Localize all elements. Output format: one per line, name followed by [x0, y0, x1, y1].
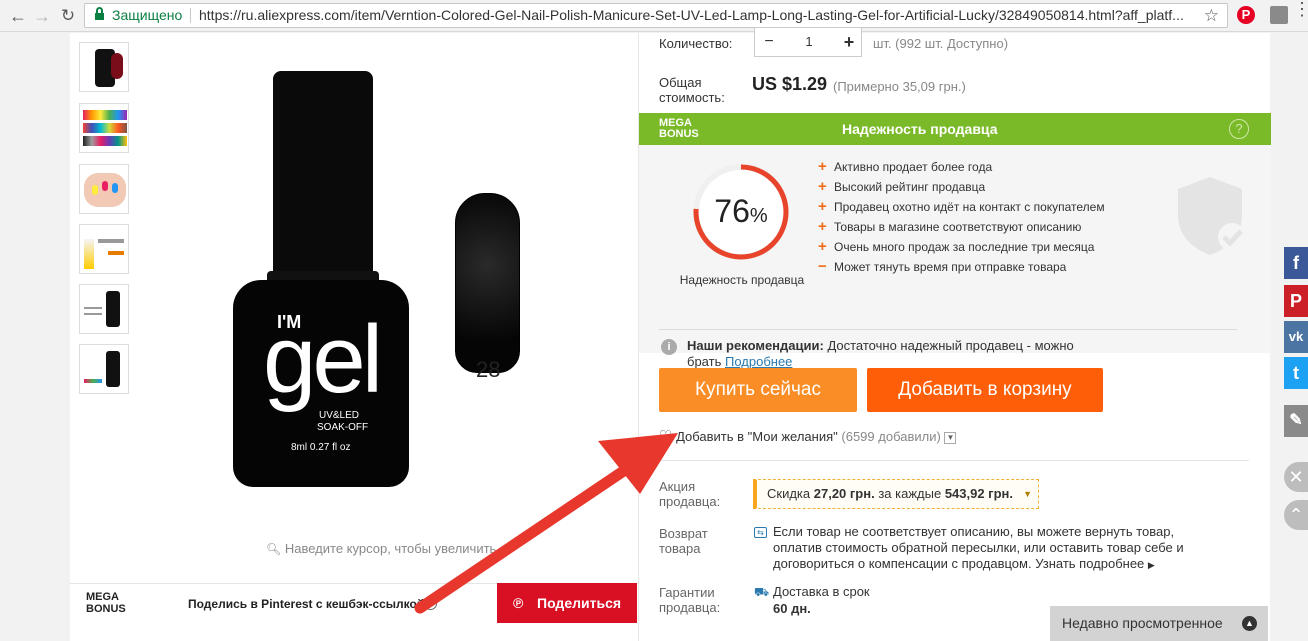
edit-icon[interactable]: ✎: [1284, 405, 1308, 437]
seller-promo[interactable]: Скидка 27,20 грн. за каждые 543,92 грн. …: [753, 479, 1039, 509]
total-label: Общая стоимость:: [659, 75, 725, 105]
product-info: Количество: − 1 + шт. (992 шт. Доступно)…: [638, 27, 1271, 641]
close-icon[interactable]: ✕: [1284, 462, 1308, 492]
decrease-button[interactable]: −: [755, 28, 783, 56]
star-icon[interactable]: ☆: [1204, 4, 1219, 27]
forward-arrow-icon[interactable]: →: [32, 6, 52, 26]
truck-icon: ⛟: [754, 585, 770, 599]
bottle-cap: [273, 71, 373, 286]
guarantee-label: Гарантии продавца:: [659, 585, 721, 615]
buy-now-button[interactable]: Купить сейчас: [659, 368, 857, 412]
bottle-text: SOAK-OFF: [317, 422, 369, 433]
feedly-extension-icon[interactable]: [1270, 6, 1288, 24]
reliability-title: Надежность продавца: [842, 121, 998, 137]
chevron-up-icon: ▲: [1242, 616, 1257, 631]
reliability-score: 76%: [714, 193, 768, 229]
address-bar[interactable]: Защищено https://ru.aliexpress.com/item/…: [84, 3, 1228, 28]
lock-icon: [95, 7, 104, 21]
color-number: 28: [476, 357, 501, 382]
help-icon[interactable]: ?: [1229, 119, 1249, 139]
share-text: Поделись в Pinterest с кешбэк-ссылкой: [188, 597, 425, 611]
quantity-stepper[interactable]: − 1 +: [754, 27, 862, 57]
bottle-text: 8ml 0.27 fl oz: [291, 442, 351, 453]
help-icon[interactable]: i: [424, 597, 437, 610]
vk-share-icon[interactable]: vk: [1284, 321, 1308, 353]
secure-label: Защищено: [112, 7, 183, 23]
zoom-hint: 🔍︎ Наведите курсор, чтобы увеличить: [266, 541, 497, 556]
thumbnail-6[interactable]: [79, 344, 129, 394]
seller-reliability-header: MEGA BONUS Надежность продавца ?: [639, 113, 1271, 145]
stock-info: шт. (992 шт. Доступно): [873, 36, 1009, 51]
total-price: US $1.29: [752, 74, 828, 94]
seller-reliability-panel: 76% Надежность продавца + Активно продает…: [639, 145, 1271, 369]
wishlist-link[interactable]: ♡ Добавить в "Мои желания" (6599 добавил…: [659, 427, 957, 445]
reliability-item: + Очень много продаж за последние три мес…: [818, 238, 1095, 255]
menu-icon[interactable]: ⋮: [1293, 0, 1308, 24]
thumbnail-1[interactable]: [79, 42, 129, 92]
recommendation: Наши рекомендации: Достаточно надежный п…: [687, 338, 1074, 369]
bottle-text: UV&LED: [319, 410, 360, 421]
pinterest-icon: ℗: [513, 595, 524, 611]
reliability-item: + Товары в магазине соответствуют описани…: [818, 218, 1082, 235]
pinterest-share-icon[interactable]: P: [1284, 285, 1308, 317]
reliability-item: − Может тянуть время при отправке товара: [818, 258, 1067, 275]
delivery-guarantee: Доставка в срок 60 дн.: [773, 584, 870, 616]
divider: [659, 460, 1249, 461]
bottle-logo: gel: [263, 306, 383, 413]
chevron-down-icon: ▼: [1023, 489, 1032, 499]
chevron-up-icon[interactable]: ⌃: [1284, 500, 1308, 530]
reload-icon[interactable]: ↻: [58, 6, 78, 26]
product-page: I'M gel UV&LED SOAK-OFF 8ml 0.27 fl oz 2…: [70, 27, 1271, 641]
return-icon: ⇆: [754, 527, 767, 538]
price-approx: (Примерно 35,09 грн.): [833, 79, 966, 94]
back-arrow-icon[interactable]: ←: [8, 6, 28, 26]
shield-check-icon: [1178, 177, 1246, 255]
heart-icon: ♡: [659, 428, 673, 445]
reliability-item: + Продавец охотно идёт на контакт с покуп…: [818, 198, 1105, 215]
megabonus-logo: MEGA BONUS: [86, 591, 126, 615]
divider: [190, 8, 191, 23]
twitter-share-icon[interactable]: t: [1284, 357, 1308, 389]
return-label: Возврат товара: [659, 526, 708, 556]
increase-button[interactable]: +: [835, 28, 863, 56]
product-image[interactable]: I'M gel UV&LED SOAK-OFF 8ml 0.27 fl oz 2…: [190, 33, 550, 533]
share-button[interactable]: ℗ Поделиться: [497, 583, 637, 623]
recently-viewed-button[interactable]: Недавно просмотренное ▲: [1050, 606, 1268, 641]
pinterest-extension-icon[interactable]: P: [1237, 6, 1255, 24]
thumbnail-4[interactable]: [79, 224, 129, 274]
add-to-cart-button[interactable]: Добавить в корзину: [867, 368, 1103, 412]
chevron-down-icon[interactable]: ▼: [944, 431, 957, 444]
magnifier-icon: 🔍︎: [266, 542, 282, 556]
more-link[interactable]: Подробнее: [725, 354, 792, 369]
nail-swatch: [455, 193, 520, 373]
learn-more-link[interactable]: Узнать подробнее: [1035, 556, 1144, 571]
thumbnail-3[interactable]: [79, 164, 129, 214]
thumbnail-2[interactable]: [79, 103, 129, 153]
browser-toolbar: ← → ↻ Защищено https://ru.aliexpress.com…: [0, 0, 1308, 32]
divider: [659, 329, 1237, 330]
info-icon: i: [661, 339, 677, 355]
chevron-right-icon: ▶: [1147, 560, 1155, 570]
bottle-body: I'M gel UV&LED SOAK-OFF 8ml 0.27 fl oz: [233, 280, 409, 487]
reliability-caption: Надежность продавца: [679, 273, 805, 287]
return-policy: Если товар не соответствует описанию, вы…: [773, 524, 1184, 571]
quantity-label: Количество:: [659, 36, 733, 51]
reliability-item: + Высокий рейтинг продавца: [818, 178, 986, 195]
quantity-input[interactable]: 1: [783, 28, 835, 56]
megabonus-logo: MEGA BONUS: [659, 117, 699, 140]
reliability-item: + Активно продает более года: [818, 158, 993, 175]
url-text[interactable]: https://ru.aliexpress.com/item/Verntion-…: [199, 4, 1184, 27]
facebook-share-icon[interactable]: f: [1284, 247, 1308, 279]
thumbnail-5[interactable]: [79, 284, 129, 334]
promo-label: Акция продавца:: [659, 479, 721, 509]
